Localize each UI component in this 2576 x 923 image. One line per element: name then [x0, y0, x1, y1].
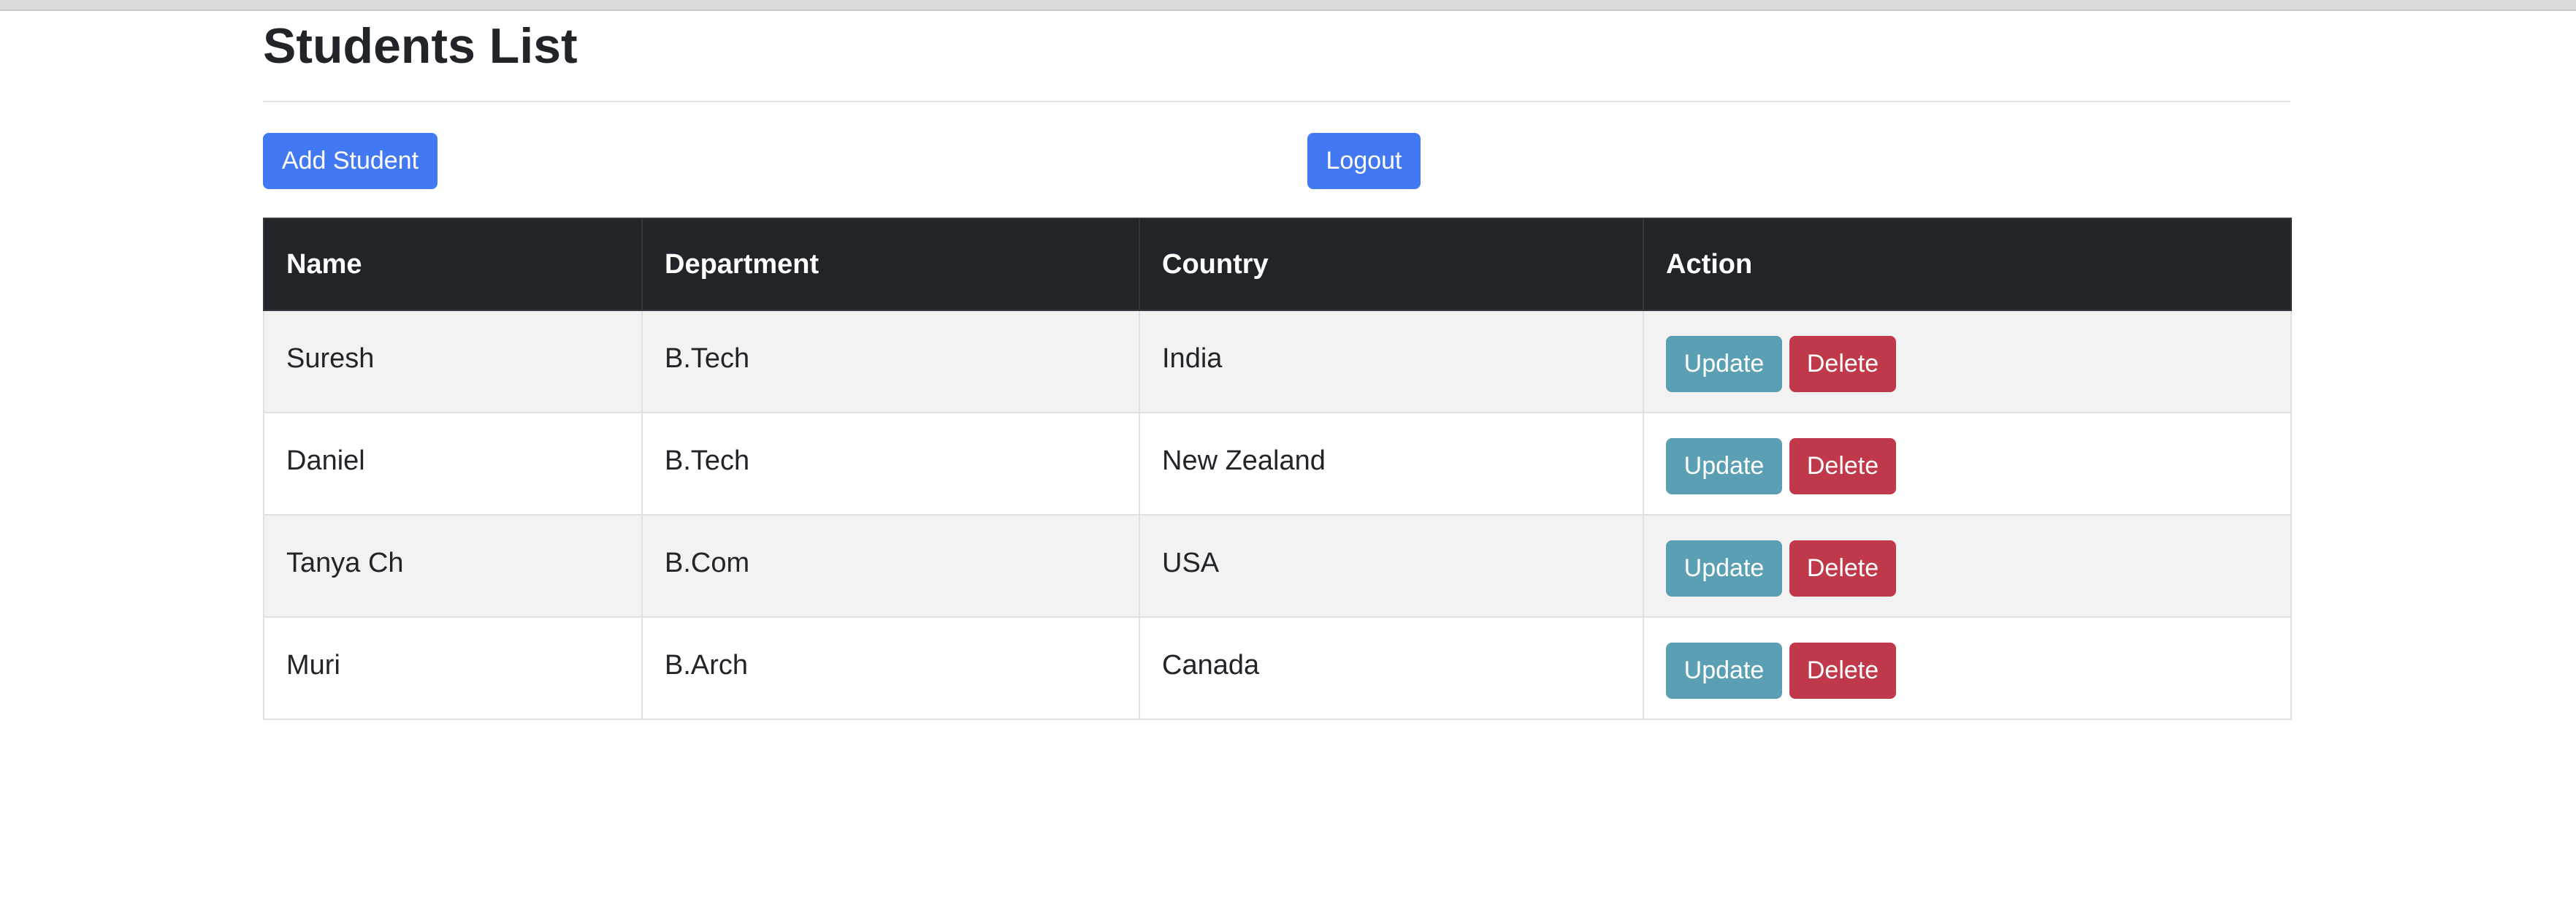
update-button[interactable]: Update: [1666, 335, 1782, 392]
delete-button[interactable]: Delete: [1789, 642, 1896, 699]
table-row: Suresh B.Tech India Update Delete: [263, 310, 2292, 413]
cell-action: Update Delete: [1643, 310, 2292, 413]
cell-department: B.Tech: [641, 310, 1140, 413]
logout-button[interactable]: Logout: [1307, 133, 1421, 189]
cell-department: B.Com: [641, 514, 1140, 618]
cell-department: B.Tech: [641, 412, 1140, 516]
column-header-country: Country: [1139, 218, 1644, 311]
cell-name: Daniel: [263, 412, 643, 516]
cell-country: India: [1139, 310, 1644, 413]
cell-action: Update Delete: [1643, 616, 2292, 720]
delete-button[interactable]: Delete: [1789, 437, 1896, 494]
update-button[interactable]: Update: [1666, 437, 1782, 494]
cell-country: USA: [1139, 514, 1644, 618]
page-title: Students List: [263, 18, 578, 74]
table-row: Muri B.Arch Canada Update Delete: [263, 616, 2292, 720]
add-student-button[interactable]: Add Student: [263, 133, 437, 189]
cell-name: Muri: [263, 616, 643, 720]
cell-country: New Zealand: [1139, 412, 1644, 516]
column-header-department: Department: [641, 218, 1140, 311]
table-row: Tanya Ch B.Com USA Update Delete: [263, 514, 2292, 618]
delete-button[interactable]: Delete: [1789, 335, 1896, 392]
cell-country: Canada: [1139, 616, 1644, 720]
cell-action: Update Delete: [1643, 514, 2292, 618]
cell-department: B.Arch: [641, 616, 1140, 720]
cell-name: Tanya Ch: [263, 514, 643, 618]
table-row: Daniel B.Tech New Zealand Update Delete: [263, 412, 2292, 516]
table-header-row: Name Department Country Action: [263, 218, 2292, 311]
update-button[interactable]: Update: [1666, 540, 1782, 597]
students-table: Name Department Country Action Suresh B.…: [263, 218, 2292, 720]
cell-name: Suresh: [263, 310, 643, 413]
main-container: Students List Add Student Logout Name De…: [263, 9, 2292, 720]
cell-action: Update Delete: [1643, 412, 2292, 516]
title-divider: [263, 101, 2290, 102]
column-header-action: Action: [1643, 218, 2292, 311]
update-button[interactable]: Update: [1666, 642, 1782, 699]
delete-button[interactable]: Delete: [1789, 540, 1896, 597]
column-header-name: Name: [263, 218, 643, 311]
